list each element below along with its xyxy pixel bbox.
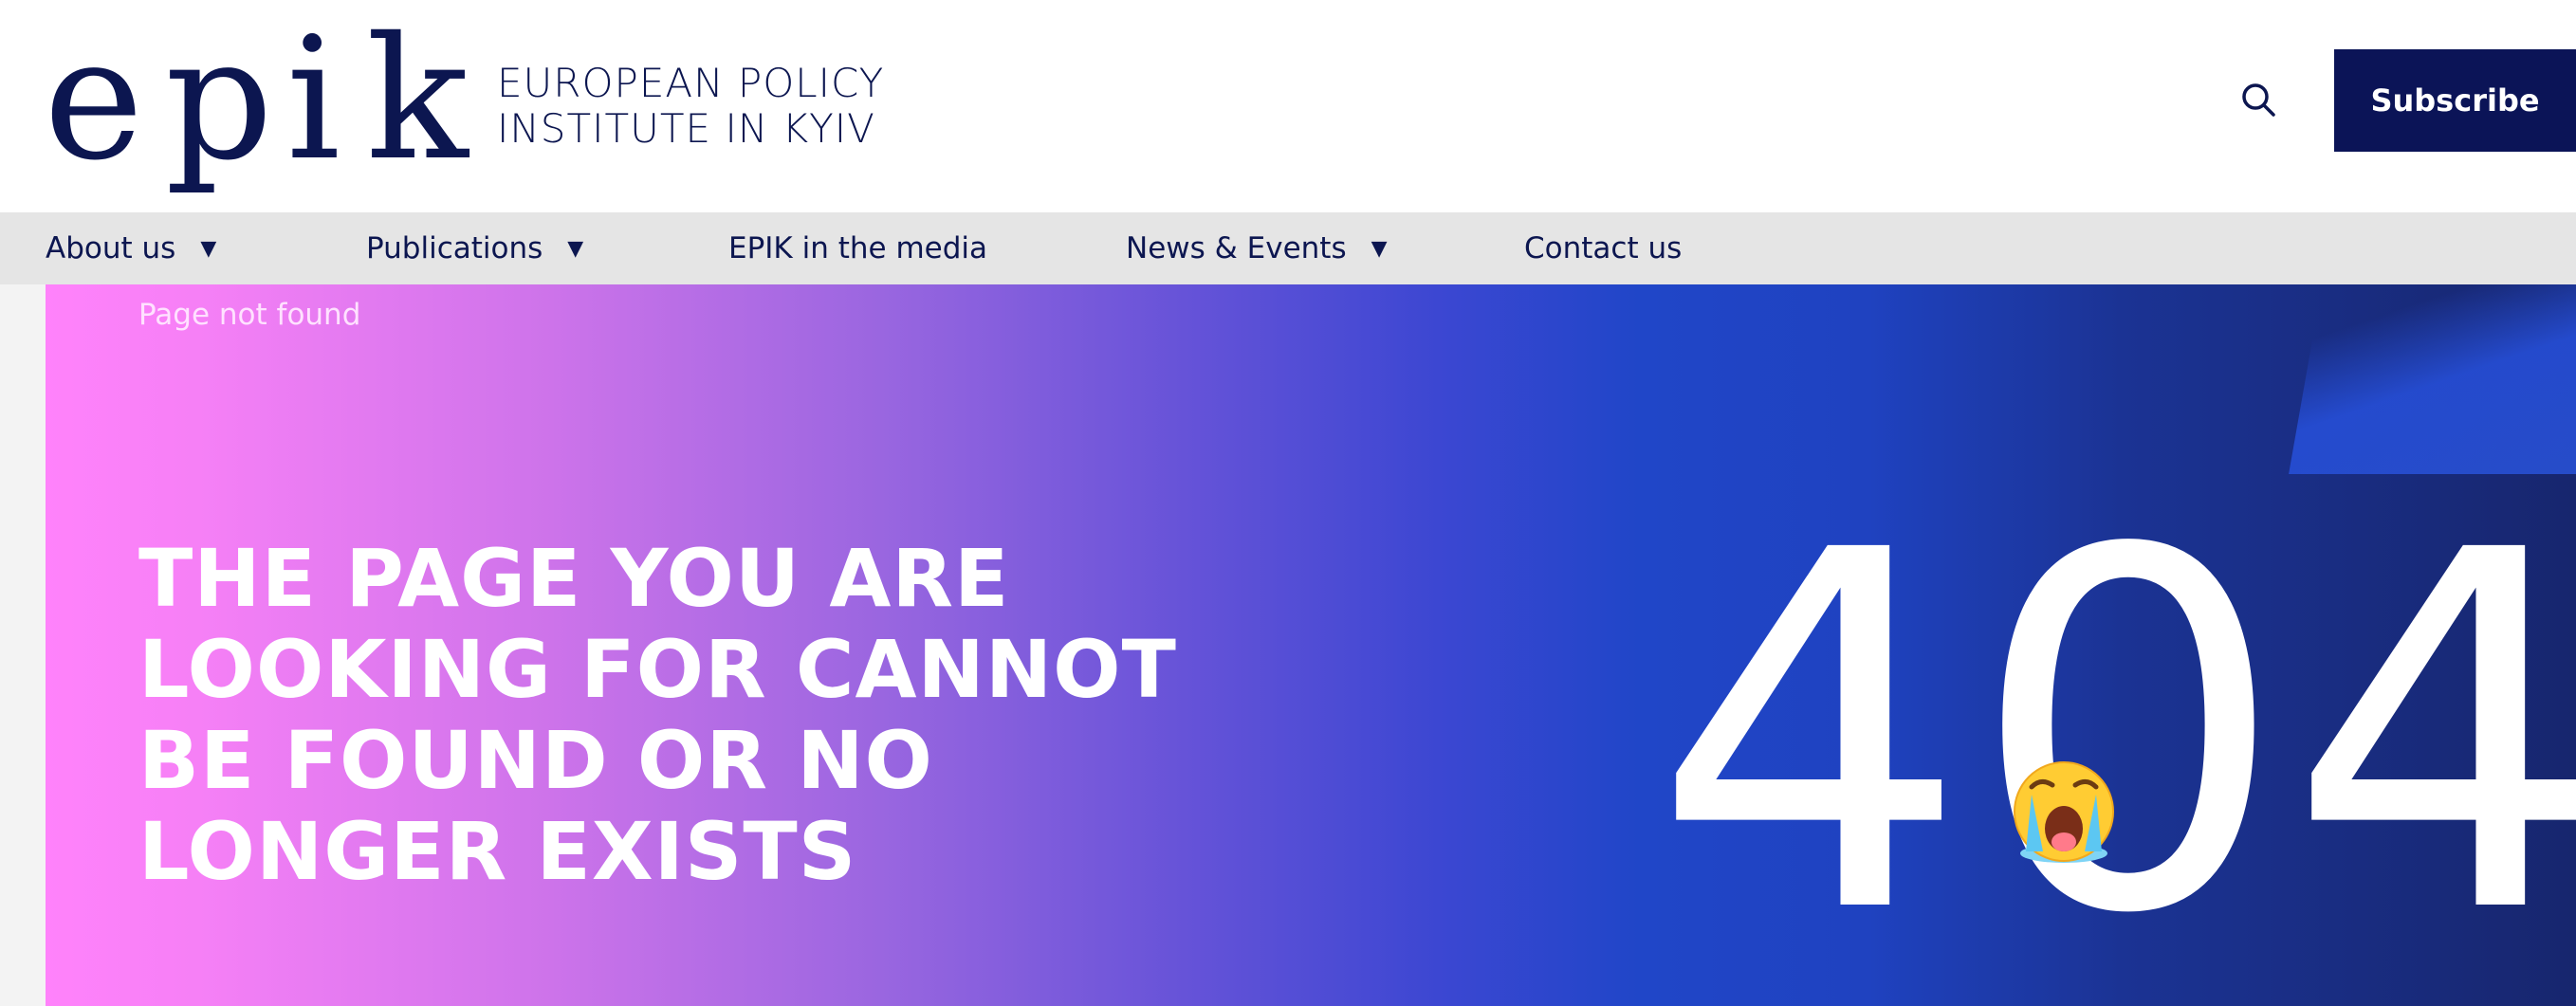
dropdown-caret-icon: ▼ [567, 236, 584, 261]
dropdown-caret-icon: ▼ [200, 236, 217, 261]
main-nav: About us ▼ Publications ▼ EPIK in the me… [0, 212, 2576, 284]
logo-tagline: EUROPEAN POLICY INSTITUTE IN KYIV [497, 61, 884, 152]
nav-item-contact-us[interactable]: Contact us [1524, 212, 1682, 284]
nav-item-label: EPIK in the media [728, 231, 988, 265]
nav-item-epik-in-the-media[interactable]: EPIK in the media [728, 212, 987, 284]
headline-line: LOOKING FOR CANNOT [138, 623, 1177, 716]
headline-line: BE FOUND OR NO [138, 714, 933, 807]
nav-item-label: Publications [366, 231, 543, 265]
epik-logo[interactable]: e p i k [44, 1, 469, 197]
nav-item-label: News & Events [1126, 231, 1347, 265]
logo-wordmark: e p i k [44, 1, 469, 197]
subscribe-button[interactable]: Subscribe [2334, 49, 2576, 152]
error-hero: Page not found THE PAGE YOU ARE LOOKING … [46, 284, 2576, 1006]
logo-letter-e: e [44, 1, 144, 197]
nav-item-about-us[interactable]: About us ▼ [46, 212, 216, 284]
logo-letter-p: p [165, 1, 273, 197]
logo-letter-i: i [286, 1, 340, 197]
nav-item-news-events[interactable]: News & Events ▼ [1126, 212, 1388, 284]
breadcrumb: Page not found [138, 298, 361, 332]
tagline-line-2: INSTITUTE IN KYIV [497, 105, 875, 152]
loudly-crying-face-icon [2014, 761, 2114, 863]
site-header: e p i k EUROPEAN POLICY INSTITUTE IN KYI… [0, 0, 2576, 212]
nav-item-publications[interactable]: Publications ▼ [366, 212, 583, 284]
error-code-text: 404 [1652, 447, 2576, 1006]
headline-line: THE PAGE YOU ARE [138, 532, 1010, 625]
nav-item-label: Contact us [1524, 231, 1683, 265]
headline-line: LONGER EXISTS [138, 805, 857, 898]
search-icon[interactable] [2240, 82, 2278, 119]
error-headline: THE PAGE YOU ARE LOOKING FOR CANNOT BE F… [138, 533, 1239, 897]
tagline-line-1: EUROPEAN POLICY [497, 60, 885, 106]
logo-letter-k: k [366, 1, 469, 197]
dropdown-caret-icon: ▼ [1371, 236, 1388, 261]
hero-shine-decoration [2289, 284, 2576, 474]
nav-item-label: About us [46, 231, 176, 265]
